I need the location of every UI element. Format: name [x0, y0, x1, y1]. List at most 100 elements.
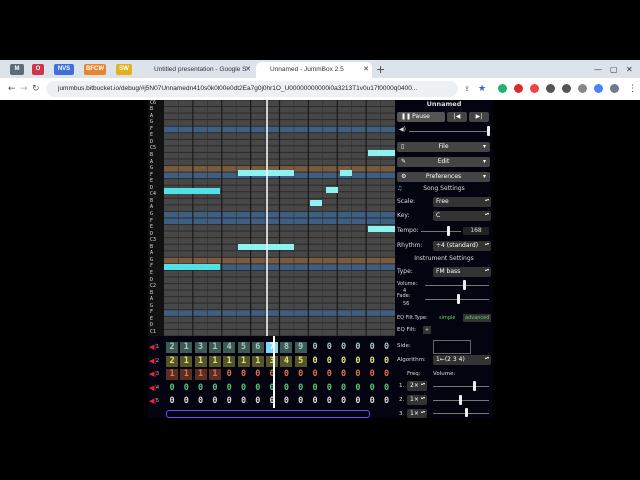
eq-simple-button[interactable]: simple: [439, 314, 456, 322]
piano-key-label[interactable]: A: [150, 297, 162, 302]
tempo-input[interactable]: 168: [463, 227, 489, 235]
volume-slider-thumb[interactable]: [487, 126, 490, 136]
pattern-cell[interactable]: 0: [309, 342, 321, 353]
piano-key-label[interactable]: C5: [150, 146, 162, 151]
bookmark-nvs[interactable]: NVS: [54, 64, 74, 75]
tab-jummbox[interactable]: Unnamed - JummBox 2.5 ✕: [256, 62, 372, 78]
piano-key-label[interactable]: G: [150, 303, 162, 309]
pattern-cell[interactable]: 0: [280, 383, 292, 394]
pattern-cell[interactable]: 1: [208, 342, 221, 353]
pattern-cell[interactable]: 6: [251, 342, 264, 353]
piano-key-label[interactable]: E: [150, 179, 162, 184]
piano-key-label[interactable]: C3: [150, 238, 162, 243]
piano-key-label[interactable]: C6: [150, 100, 162, 106]
pattern-cell[interactable]: 0: [309, 396, 321, 407]
piano-key-label[interactable]: B: [150, 152, 162, 158]
extension-icon[interactable]: [498, 84, 507, 93]
operator-3-volume-thumb[interactable]: [465, 408, 468, 417]
pattern-cell[interactable]: 0: [209, 383, 221, 394]
pattern-cell[interactable]: 0: [295, 369, 307, 380]
pattern-cell[interactable]: 0: [323, 383, 335, 394]
operator-3-freq[interactable]: 1×: [407, 409, 427, 418]
url-field[interactable]: jummbus.bitbucket.io/debug/#j5N07Unnamed…: [46, 81, 458, 97]
pattern-cell[interactable]: 0: [338, 383, 350, 394]
pattern-cell[interactable]: 0: [338, 356, 350, 367]
piano-key-label[interactable]: C2: [150, 284, 162, 289]
piano-key-label[interactable]: G: [150, 166, 162, 171]
note[interactable]: [238, 244, 294, 250]
pattern-cell[interactable]: 0: [338, 369, 350, 380]
piano-key-label[interactable]: F: [150, 264, 162, 269]
extension-icon[interactable]: [514, 84, 523, 93]
volume-slider-track[interactable]: [409, 131, 489, 132]
piano-key-label[interactable]: D: [150, 231, 162, 237]
pattern-cell[interactable]: 0: [252, 383, 264, 394]
pattern-cell[interactable]: 0: [381, 369, 393, 380]
key-select[interactable]: C: [433, 211, 491, 221]
scale-select[interactable]: Free: [433, 197, 491, 207]
track-editor[interactable]: ◀)12131456789000000◀)22111111345000000◀)…: [148, 336, 395, 418]
pattern-cell[interactable]: 0: [238, 396, 250, 407]
piano-key-label[interactable]: D: [150, 277, 162, 283]
extension-icon[interactable]: [530, 84, 539, 93]
pattern-cell[interactable]: 1: [194, 369, 207, 380]
pattern-cell[interactable]: 0: [352, 396, 364, 407]
pattern-cell[interactable]: 0: [338, 396, 350, 407]
pattern-cell[interactable]: 1: [180, 355, 193, 367]
minimize-icon[interactable]: —: [594, 62, 602, 78]
piano-key-label[interactable]: E: [150, 133, 162, 138]
operator-2-volume-thumb[interactable]: [459, 395, 462, 405]
pattern-cell[interactable]: 0: [366, 342, 378, 353]
operator-3-volume-track[interactable]: [433, 413, 489, 414]
track-row[interactable]: ◀)12131456789000000: [148, 342, 395, 354]
algorithm-select[interactable]: 1←(2 3 4): [433, 355, 491, 365]
pattern-cell[interactable]: 0: [366, 383, 378, 394]
pattern-cell[interactable]: 4: [223, 342, 236, 353]
pattern-cell[interactable]: 1: [208, 355, 221, 367]
piano-key-label[interactable]: A: [150, 251, 162, 256]
extension-icon[interactable]: [578, 84, 587, 93]
pattern-cell[interactable]: 0: [366, 396, 378, 407]
pattern-cell[interactable]: 1: [208, 369, 221, 380]
pattern-cell[interactable]: 0: [252, 396, 264, 407]
extension-icon[interactable]: [546, 84, 555, 93]
piano-key-label[interactable]: E: [150, 316, 162, 322]
pattern-cell[interactable]: 0: [166, 396, 178, 407]
pattern-cell[interactable]: 0: [223, 396, 235, 407]
piano-key-label[interactable]: F: [150, 172, 162, 178]
note[interactable]: [164, 264, 220, 270]
edit-menu[interactable]: ✎ Edit ▾: [397, 157, 490, 167]
pattern-cell[interactable]: 0: [309, 369, 321, 380]
previous-bar-button[interactable]: |◀: [447, 112, 467, 122]
piano-key-label[interactable]: F: [150, 126, 162, 132]
back-icon[interactable]: ←: [8, 82, 16, 96]
pattern-cell[interactable]: 0: [223, 383, 235, 394]
pattern-cell[interactable]: 0: [366, 356, 378, 367]
google-icon[interactable]: [594, 84, 603, 93]
pattern-cell[interactable]: 0: [381, 383, 393, 394]
piano-key-label[interactable]: B: [150, 198, 162, 204]
pattern-editor[interactable]: C6 B A G F E D C5 B A G F E D C4 B A G F E D C3 B A G F E D C2 B A G F E D…: [148, 100, 395, 336]
pattern-cell[interactable]: 0: [352, 356, 364, 367]
pattern-cell[interactable]: 0: [180, 383, 192, 394]
close-tab-icon[interactable]: ✕: [363, 62, 369, 78]
preferences-menu[interactable]: ⚙ Preferences ▾: [397, 172, 490, 182]
pattern-cell[interactable]: 1: [194, 355, 207, 367]
piano-key-label[interactable]: A: [150, 159, 162, 165]
piano-key-label[interactable]: D: [150, 185, 162, 191]
pattern-cell[interactable]: 0: [352, 383, 364, 394]
pattern-cell[interactable]: 0: [352, 342, 364, 353]
rhythm-select[interactable]: ÷4 (standard): [433, 241, 491, 251]
pattern-cell[interactable]: 1: [237, 355, 250, 367]
track-row[interactable]: ◀)50000000000000000: [148, 396, 395, 408]
song-title[interactable]: Unnamed: [395, 100, 493, 108]
pattern-cell[interactable]: 2: [166, 342, 178, 353]
piano-key-label[interactable]: D: [150, 139, 162, 145]
note-grid[interactable]: [164, 100, 395, 336]
puzzle-icon[interactable]: [562, 84, 571, 93]
instrument-volume-thumb[interactable]: [463, 280, 466, 290]
pattern-cell[interactable]: 0: [295, 396, 307, 407]
piano-key-label[interactable]: B: [150, 244, 162, 250]
pattern-cell[interactable]: 0: [323, 342, 335, 353]
pattern-cell[interactable]: 1: [180, 369, 193, 380]
